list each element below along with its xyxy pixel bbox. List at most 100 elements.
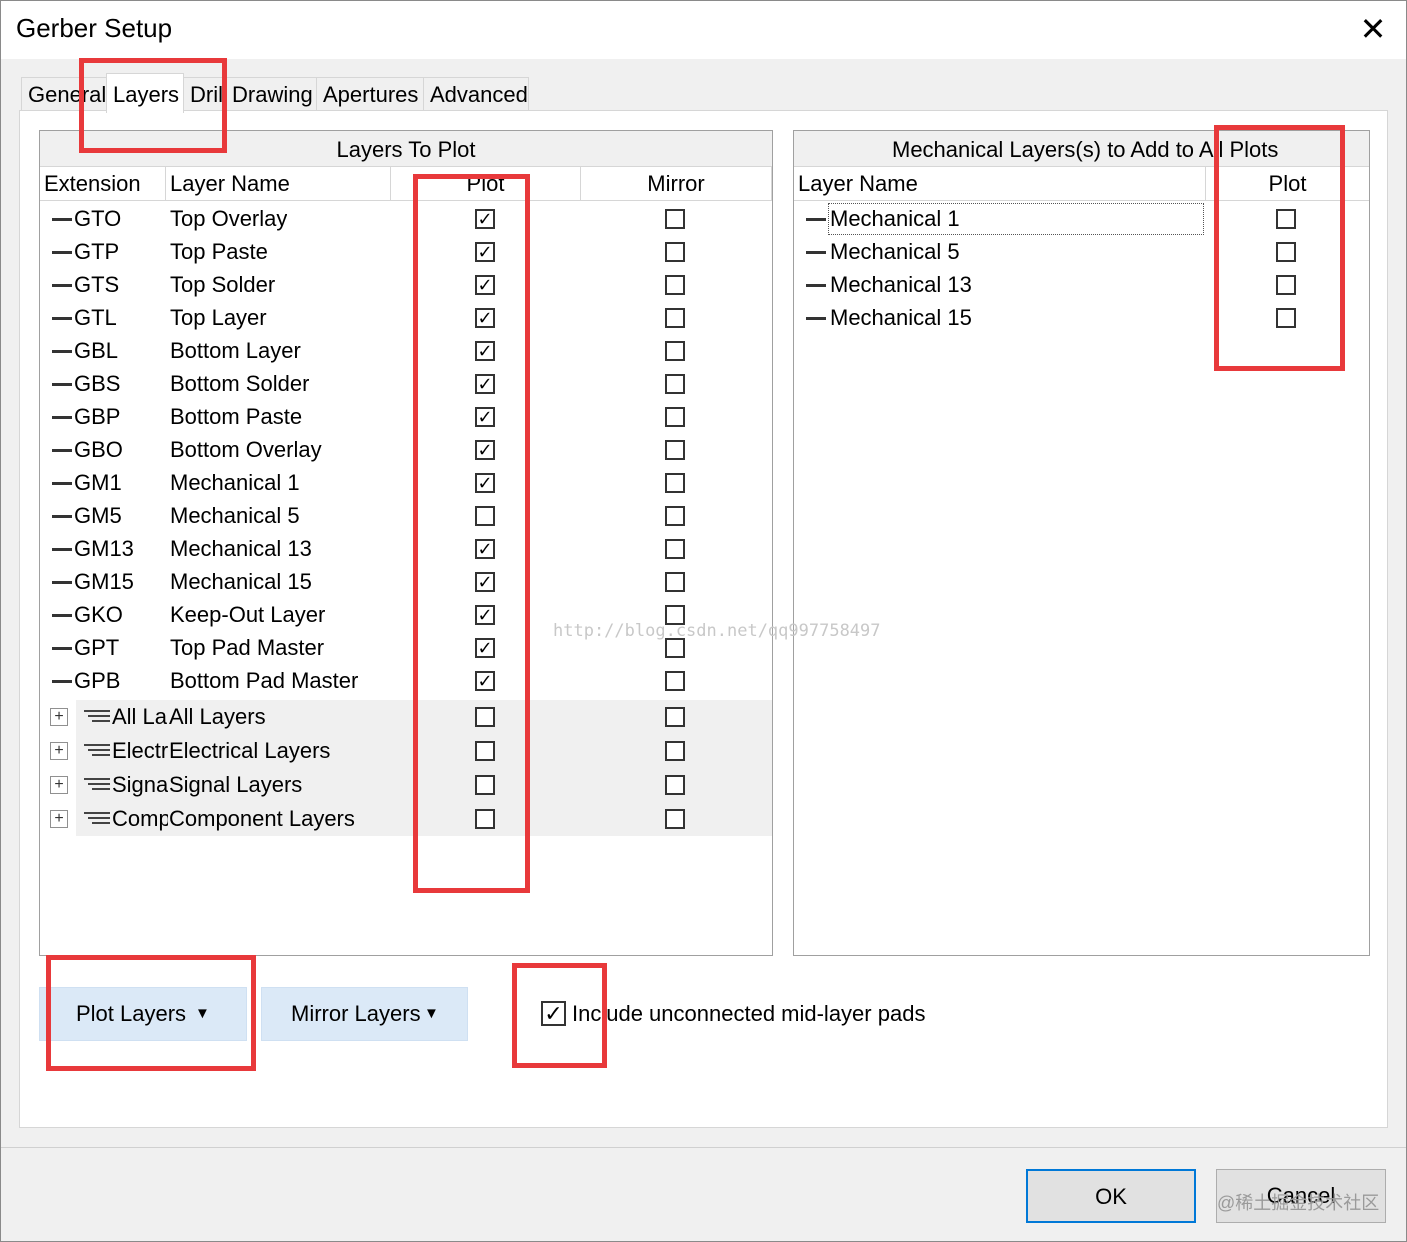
layers-to-plot-panel: Layers To Plot Extension Layer Name Plot… — [39, 130, 773, 956]
layer-row[interactable]: GM15 Mechanical 15 ✓ — [40, 566, 772, 599]
layer-group-row[interactable]: + All La All Layers — [40, 700, 772, 734]
layer-plot-checkbox[interactable]: ✓ — [475, 473, 495, 493]
expand-icon[interactable]: + — [50, 776, 68, 794]
group-mirror-checkbox[interactable] — [665, 809, 685, 829]
expand-icon[interactable]: + — [50, 810, 68, 828]
plot-layers-button[interactable]: Plot Layers ▼ — [39, 987, 247, 1041]
layer-group-row[interactable]: + Electr Electrical Layers — [40, 734, 772, 768]
layer-plot-checkbox[interactable]: ✓ — [475, 539, 495, 559]
layer-row[interactable]: GTS Top Solder ✓ — [40, 269, 772, 302]
layer-extension: GBL — [74, 338, 119, 363]
layer-mirror-checkbox[interactable] — [665, 539, 685, 559]
close-icon[interactable]: ✕ — [1355, 11, 1391, 47]
layer-name: Bottom Overlay — [170, 437, 322, 462]
layer-plot-checkbox[interactable]: ✓ — [475, 638, 495, 658]
group-plot-checkbox[interactable] — [475, 741, 495, 761]
window-title: Gerber Setup — [16, 13, 173, 43]
layer-row[interactable]: GM1 Mechanical 1 ✓ — [40, 467, 772, 500]
layer-stack-icon — [84, 744, 110, 760]
layer-stack-icon — [84, 812, 110, 828]
layer-row[interactable]: GTO Top Overlay ✓ — [40, 203, 772, 236]
mech-layer-row[interactable]: Mechanical 5 — [794, 236, 1369, 269]
tab-apertures[interactable]: Apertures — [316, 77, 424, 111]
layer-plot-checkbox[interactable]: ✓ — [475, 308, 495, 328]
layer-name: Bottom Solder — [170, 371, 310, 396]
layer-row[interactable]: GBS Bottom Solder ✓ — [40, 368, 772, 401]
layer-mirror-checkbox[interactable] — [665, 209, 685, 229]
ok-button[interactable]: OK — [1026, 1169, 1196, 1223]
group-plot-checkbox[interactable] — [475, 775, 495, 795]
layer-extension: GM13 — [74, 536, 134, 561]
layer-plot-checkbox[interactable]: ✓ — [475, 572, 495, 592]
column-mirror[interactable]: Mirror — [581, 167, 772, 201]
layer-mirror-checkbox[interactable] — [665, 440, 685, 460]
mirror-layers-button[interactable]: Mirror Layers ▼ — [261, 987, 468, 1041]
layer-plot-checkbox[interactable]: ✓ — [475, 209, 495, 229]
column-layer-name[interactable]: Layer Name — [166, 167, 391, 201]
layer-row[interactable]: GM13 Mechanical 13 ✓ — [40, 533, 772, 566]
layer-line-icon — [52, 416, 72, 419]
group-mirror-checkbox[interactable] — [665, 741, 685, 761]
group-name: Signal Layers — [169, 772, 303, 797]
layer-mirror-checkbox[interactable] — [665, 341, 685, 361]
layer-plot-checkbox[interactable]: ✓ — [475, 242, 495, 262]
mech-layer-row[interactable]: Mechanical 1 — [794, 203, 1369, 236]
tab-general[interactable]: General — [21, 77, 107, 111]
watermark-url: http://blog.csdn.net/qq997758497 — [553, 621, 881, 641]
mech-plot-checkbox[interactable] — [1276, 275, 1296, 295]
layer-row[interactable]: GTL Top Layer ✓ — [40, 302, 772, 335]
mech-layer-row[interactable]: Mechanical 15 — [794, 302, 1369, 335]
layer-plot-checkbox[interactable]: ✓ — [475, 374, 495, 394]
group-mirror-checkbox[interactable] — [665, 707, 685, 727]
layer-mirror-checkbox[interactable] — [665, 275, 685, 295]
layer-mirror-checkbox[interactable] — [665, 638, 685, 658]
layer-mirror-checkbox[interactable] — [665, 473, 685, 493]
include-unconnected-checkbox[interactable]: ✓ — [541, 1001, 566, 1026]
layer-mirror-checkbox[interactable] — [665, 374, 685, 394]
tab-layers[interactable]: Layers — [106, 73, 184, 113]
group-plot-checkbox[interactable] — [475, 809, 495, 829]
layer-group-row[interactable]: + Signa Signal Layers — [40, 768, 772, 802]
group-mirror-checkbox[interactable] — [665, 775, 685, 795]
column-extension[interactable]: Extension — [40, 167, 166, 201]
layer-plot-checkbox[interactable]: ✓ — [475, 671, 495, 691]
tab-drill[interactable]: Drill — [183, 77, 226, 111]
layer-plot-checkbox[interactable]: ✓ — [475, 407, 495, 427]
group-name: Component Layers — [169, 806, 355, 831]
tab-advanced[interactable]: Advanced — [423, 77, 529, 111]
layer-mirror-checkbox[interactable] — [665, 308, 685, 328]
mech-plot-checkbox[interactable] — [1276, 308, 1296, 328]
layer-plot-checkbox[interactable]: ✓ — [475, 275, 495, 295]
layer-mirror-checkbox[interactable] — [665, 572, 685, 592]
layer-name: Mechanical 15 — [170, 569, 312, 594]
layer-mirror-checkbox[interactable] — [665, 506, 685, 526]
layer-mirror-checkbox[interactable] — [665, 407, 685, 427]
layer-name: Top Overlay — [170, 206, 288, 231]
group-plot-checkbox[interactable] — [475, 707, 495, 727]
layer-mirror-checkbox[interactable] — [665, 242, 685, 262]
layer-group-row[interactable]: + Comp Component Layers — [40, 802, 772, 836]
layer-plot-checkbox[interactable]: ✓ — [475, 440, 495, 460]
expand-icon[interactable]: + — [50, 742, 68, 760]
mech-column-layer-name[interactable]: Layer Name — [794, 167, 1206, 201]
layer-row[interactable]: GPB Bottom Pad Master ✓ — [40, 665, 772, 698]
layer-row[interactable]: GTP Top Paste ✓ — [40, 236, 772, 269]
layer-plot-checkbox[interactable]: ✓ — [475, 341, 495, 361]
layer-row[interactable]: GBL Bottom Layer ✓ — [40, 335, 772, 368]
layer-plot-checkbox[interactable] — [475, 506, 495, 526]
expand-icon[interactable]: + — [50, 708, 68, 726]
layer-row[interactable]: GBP Bottom Paste ✓ — [40, 401, 772, 434]
tab-drawing[interactable]: Drawing — [225, 77, 317, 111]
layer-name: Top Paste — [170, 239, 268, 264]
mech-plot-checkbox[interactable] — [1276, 209, 1296, 229]
layer-row[interactable]: GBO Bottom Overlay ✓ — [40, 434, 772, 467]
column-plot[interactable]: Plot — [391, 167, 581, 201]
layer-extension: GM5 — [74, 503, 122, 528]
mech-plot-checkbox[interactable] — [1276, 242, 1296, 262]
layer-row[interactable]: GM5 Mechanical 5 — [40, 500, 772, 533]
layer-plot-checkbox[interactable]: ✓ — [475, 605, 495, 625]
mech-layer-row[interactable]: Mechanical 13 — [794, 269, 1369, 302]
layer-mirror-checkbox[interactable] — [665, 671, 685, 691]
layer-name: Mechanical 5 — [170, 503, 300, 528]
mech-column-plot[interactable]: Plot — [1206, 167, 1369, 201]
